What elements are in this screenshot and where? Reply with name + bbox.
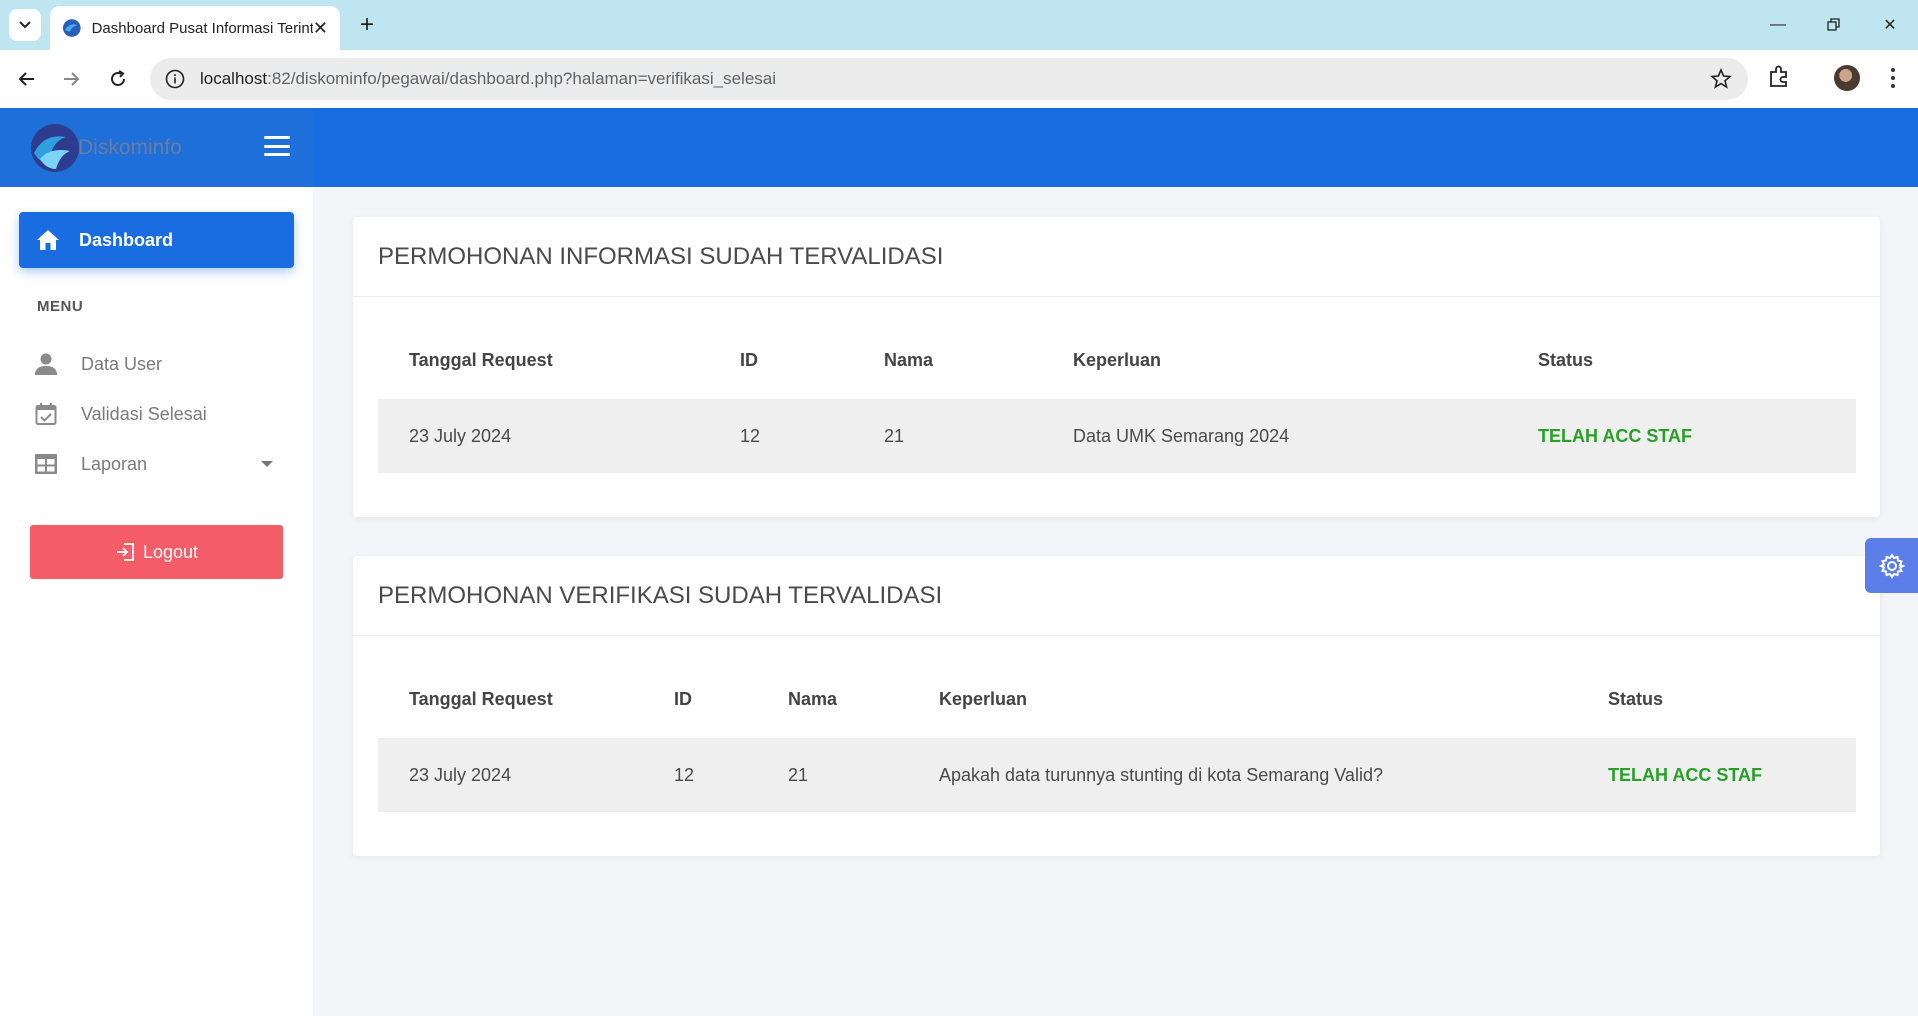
reload-icon bbox=[111, 70, 125, 86]
logout-icon bbox=[116, 543, 134, 561]
column-header-keperluan: Keperluan bbox=[939, 688, 1028, 709]
table-header-row: Tanggal Request ID Nama Keperluan Status bbox=[378, 323, 1856, 397]
arrow-right-icon bbox=[64, 72, 80, 86]
cell-id: 12 bbox=[674, 764, 695, 785]
brand-name: Diskominfo bbox=[78, 135, 182, 159]
verifikasi-validated-card: PERMOHONAN VERIFIKASI SUDAH TERVALIDASI … bbox=[353, 556, 1880, 856]
caret-down-icon bbox=[261, 461, 273, 467]
calendar-check-icon bbox=[33, 401, 59, 427]
column-header-nama: Nama bbox=[884, 349, 934, 370]
close-window-button[interactable]: ✕ bbox=[1870, 10, 1910, 40]
table-row: 23 July 2024 12 21 Data UMK Semarang 202… bbox=[378, 399, 1856, 473]
logout-label: Logout bbox=[142, 541, 199, 562]
status-badge: TELAH ACC STAF bbox=[1538, 425, 1692, 446]
column-header-id: ID bbox=[674, 688, 692, 709]
cell-keperluan: Data UMK Semarang 2024 bbox=[1073, 425, 1290, 446]
cell-keperluan: Apakah data turunnya stunting di kota Se… bbox=[939, 764, 1383, 785]
diskominfo-logo-icon bbox=[31, 123, 79, 172]
card-title: PERMOHONAN INFORMASI SUDAH TERVALIDASI bbox=[353, 217, 1880, 297]
cell-nama: 21 bbox=[884, 425, 905, 446]
card-title: PERMOHONAN VERIFIKASI SUDAH TERVALIDASI bbox=[353, 556, 1880, 636]
column-header-keperluan: Keperluan bbox=[1073, 349, 1162, 370]
column-header-tanggal: Tanggal Request bbox=[409, 688, 553, 709]
cell-tanggal: 23 July 2024 bbox=[409, 764, 512, 785]
logout-button[interactable]: Logout bbox=[30, 525, 283, 579]
cell-tanggal: 23 July 2024 bbox=[409, 425, 512, 446]
profile-avatar[interactable] bbox=[1834, 65, 1860, 91]
table-icon bbox=[33, 451, 59, 477]
column-header-nama: Nama bbox=[788, 688, 838, 709]
minimize-button[interactable]: — bbox=[1758, 10, 1798, 40]
url-host: localhost bbox=[200, 69, 268, 88]
extensions-icon[interactable] bbox=[1766, 64, 1792, 90]
sidebar-item-label: Data User bbox=[81, 353, 163, 374]
sidebar-item-validasi-selesai[interactable]: Validasi Selesai bbox=[33, 399, 273, 429]
column-header-tanggal: Tanggal Request bbox=[409, 349, 553, 370]
site-info-icon[interactable] bbox=[164, 68, 186, 90]
chevron-down-icon bbox=[19, 21, 31, 29]
close-tab-icon[interactable]: ✕ bbox=[313, 18, 328, 39]
sidebar-item-label: Laporan bbox=[81, 453, 148, 474]
diskominfo-favicon-icon bbox=[62, 19, 81, 37]
informasi-validated-card: PERMOHONAN INFORMASI SUDAH TERVALIDASI T… bbox=[353, 217, 1880, 517]
table-header-row: Tanggal Request ID Nama Keperluan Status bbox=[378, 662, 1856, 736]
address-bar[interactable]: localhost:82/diskominfo/pegawai/dashboar… bbox=[150, 58, 1748, 100]
reload-button[interactable] bbox=[103, 64, 133, 94]
tab-search-button[interactable] bbox=[9, 9, 41, 41]
cell-id: 12 bbox=[740, 425, 761, 446]
bookmark-star-icon[interactable] bbox=[1710, 68, 1732, 90]
column-header-status: Status bbox=[1538, 349, 1594, 370]
restore-button[interactable] bbox=[1814, 10, 1854, 40]
sidebar-item-data-user[interactable]: Data User bbox=[33, 349, 273, 379]
back-button[interactable] bbox=[12, 64, 42, 94]
browser-menu-icon[interactable] bbox=[1888, 64, 1898, 92]
sidebar-item-dashboard[interactable]: Dashboard bbox=[19, 212, 294, 268]
hamburger-menu-icon[interactable] bbox=[264, 136, 290, 156]
browser-tabstrip: Dashboard Pusat Informasi Terintegrasi ✕… bbox=[0, 0, 1918, 50]
status-badge: TELAH ACC STAF bbox=[1608, 764, 1762, 785]
forward-button[interactable] bbox=[56, 64, 86, 94]
column-header-id: ID bbox=[740, 349, 758, 370]
home-icon bbox=[37, 230, 59, 250]
sidebar-item-label: Dashboard bbox=[79, 229, 174, 250]
gear-icon bbox=[1878, 552, 1906, 579]
browser-tab[interactable]: Dashboard Pusat Informasi Terintegrasi ✕ bbox=[50, 6, 340, 50]
restore-icon bbox=[1827, 18, 1840, 31]
menu-heading: MENU bbox=[37, 298, 84, 315]
user-icon bbox=[33, 351, 59, 377]
column-header-status: Status bbox=[1608, 688, 1664, 709]
browser-toolbar: localhost:82/diskominfo/pegawai/dashboar… bbox=[0, 50, 1918, 108]
sidebar-item-laporan[interactable]: Laporan bbox=[33, 449, 273, 479]
cell-nama: 21 bbox=[788, 764, 809, 785]
tab-title: Dashboard Pusat Informasi Terintegrasi bbox=[91, 19, 313, 37]
sidebar-item-label: Validasi Selesai bbox=[81, 403, 207, 424]
settings-button[interactable] bbox=[1865, 538, 1918, 593]
url-path: :82/diskominfo/pegawai/dashboard.php?hal… bbox=[267, 69, 777, 88]
sidebar: Dashboard MENU Data User Validasi Selesa… bbox=[0, 187, 313, 1016]
arrow-left-icon bbox=[18, 72, 34, 86]
new-tab-button[interactable]: + bbox=[352, 10, 382, 40]
url-text: localhost:82/diskominfo/pegawai/dashboar… bbox=[200, 69, 776, 89]
table-row: 23 July 2024 12 21 Apakah data turunnya … bbox=[378, 738, 1856, 812]
